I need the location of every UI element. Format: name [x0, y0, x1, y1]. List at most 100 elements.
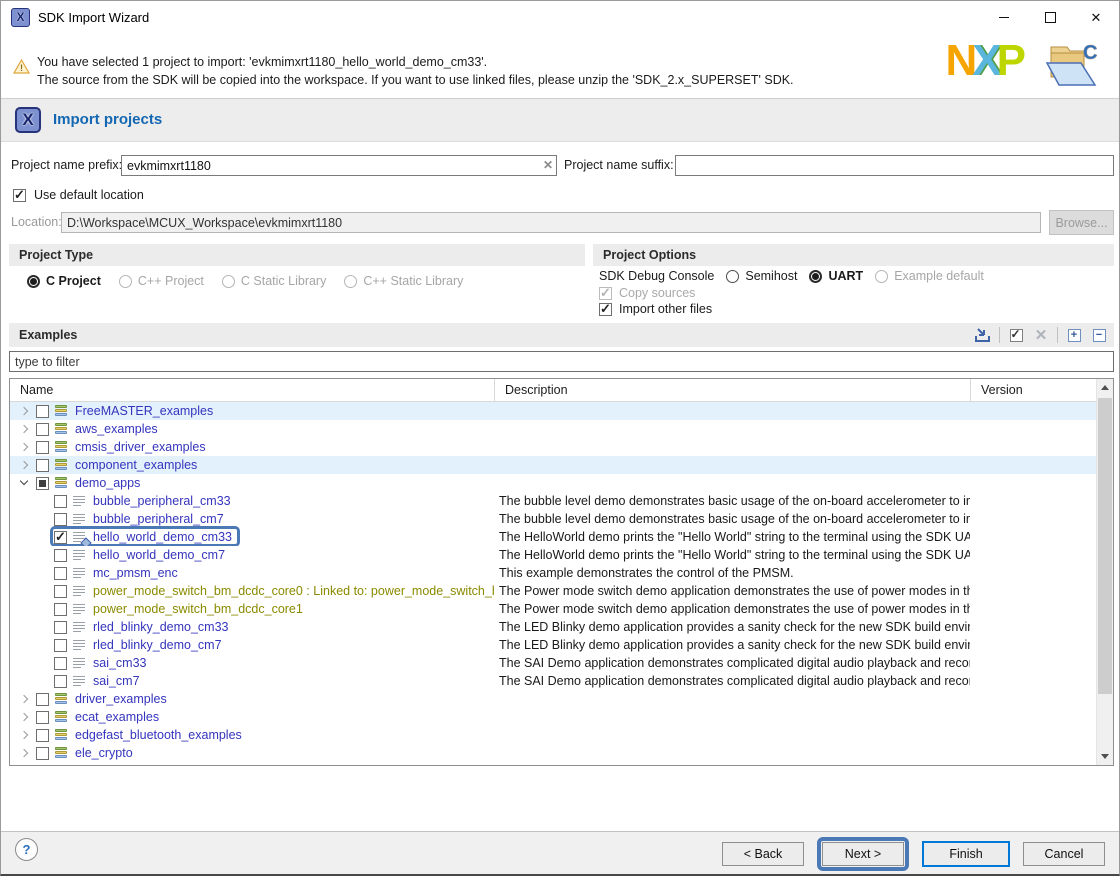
row-checkbox[interactable]	[36, 477, 49, 490]
chevron-collapsed-icon[interactable]	[20, 748, 29, 758]
clear-prefix-icon[interactable]: ✕	[543, 158, 553, 172]
chevron-collapsed-icon[interactable]	[20, 694, 29, 704]
row-checkbox[interactable]	[36, 441, 49, 454]
tree-row[interactable]: rled_blinky_demo_cm7The LED Blinky demo …	[10, 636, 1096, 654]
row-label[interactable]: hello_world_demo_cm33	[93, 530, 232, 544]
column-header-version[interactable]: Version	[970, 379, 1096, 401]
back-button[interactable]: < Back	[722, 842, 804, 866]
expand-all-icon[interactable]: +	[1065, 326, 1083, 344]
row-checkbox[interactable]	[54, 495, 67, 508]
tree-row[interactable]: bubble_peripheral_cm33The bubble level d…	[10, 492, 1096, 510]
import-other-files-checkbox[interactable]	[599, 303, 612, 316]
suffix-input[interactable]	[675, 155, 1114, 176]
debug-console-option[interactable]: Semihost	[726, 269, 797, 283]
chevron-collapsed-icon[interactable]	[20, 442, 29, 452]
row-label[interactable]: bubble_peripheral_cm33	[93, 494, 231, 508]
row-checkbox[interactable]	[54, 531, 67, 544]
chevron-collapsed-icon[interactable]	[20, 730, 29, 740]
row-label[interactable]: component_examples	[75, 458, 197, 472]
tree-row[interactable]: FreeMASTER_examples	[10, 402, 1096, 420]
chevron-collapsed-icon[interactable]	[20, 460, 29, 470]
row-checkbox[interactable]	[36, 693, 49, 706]
row-checkbox[interactable]	[36, 765, 49, 766]
help-button[interactable]: ?	[15, 838, 38, 861]
tree-row[interactable]: sai_cm7The SAI Demo application demonstr…	[10, 672, 1096, 690]
tree-row[interactable]: power_mode_switch_bm_dcdc_core0 : Linked…	[10, 582, 1096, 600]
row-checkbox[interactable]	[36, 729, 49, 742]
chevron-collapsed-icon[interactable]	[20, 406, 29, 416]
chevron-collapsed-icon[interactable]	[20, 424, 29, 434]
tree-row[interactable]: component_examples	[10, 456, 1096, 474]
chevron-collapsed-icon[interactable]	[20, 712, 29, 722]
column-header-description[interactable]: Description	[494, 379, 970, 401]
scroll-down-button[interactable]	[1097, 748, 1113, 765]
row-checkbox[interactable]	[54, 603, 67, 616]
row-label[interactable]: bubble_peripheral_cm7	[93, 512, 224, 526]
scroll-up-button[interactable]	[1097, 379, 1113, 396]
finish-button[interactable]: Finish	[922, 841, 1010, 867]
row-checkbox[interactable]	[54, 513, 67, 526]
import-example-icon[interactable]	[974, 326, 992, 344]
row-label[interactable]: power_mode_switch_bm_dcdc_core1	[93, 602, 303, 616]
tree-row[interactable]: sai_cm33The SAI Demo application demonst…	[10, 654, 1096, 672]
next-button[interactable]: Next >	[822, 842, 904, 866]
row-label[interactable]: driver_examples	[75, 692, 167, 706]
filter-input[interactable]	[9, 351, 1114, 372]
close-button[interactable]: ✕	[1073, 1, 1119, 33]
row-label[interactable]: demo_apps	[75, 476, 140, 490]
debug-console-option[interactable]: UART	[809, 269, 863, 283]
row-checkbox[interactable]	[36, 459, 49, 472]
minimize-button[interactable]	[981, 1, 1027, 33]
row-label[interactable]: ecat_examples	[75, 710, 159, 724]
vertical-scrollbar[interactable]	[1096, 379, 1113, 765]
project-type-radio[interactable]	[27, 275, 40, 288]
cancel-button[interactable]: Cancel	[1023, 842, 1105, 866]
tree-row[interactable]: edgefast_bluetooth_examples	[10, 726, 1096, 744]
tree-row[interactable]: cmsis_driver_examples	[10, 438, 1096, 456]
row-checkbox[interactable]	[54, 549, 67, 562]
use-default-location-checkbox[interactable]	[13, 189, 26, 202]
row-label[interactable]: sai_cm7	[93, 674, 140, 688]
row-label[interactable]: sai_cm33	[93, 656, 147, 670]
row-checkbox[interactable]	[54, 567, 67, 580]
tree-row[interactable]: hello_world_demo_cm33The HelloWorld demo…	[10, 528, 1096, 546]
row-checkbox[interactable]	[54, 621, 67, 634]
tree-row[interactable]: rled_blinky_demo_cm33The LED Blinky demo…	[10, 618, 1096, 636]
tree-row[interactable]: hello_world_demo_cm7The HelloWorld demo …	[10, 546, 1096, 564]
chevron-expanded-icon[interactable]	[20, 478, 29, 488]
tree-row[interactable]: aws_examples	[10, 420, 1096, 438]
prefix-input[interactable]	[121, 155, 557, 176]
debug-console-radio[interactable]	[726, 270, 739, 283]
row-label[interactable]: ele_crypto	[75, 746, 133, 760]
row-checkbox[interactable]	[36, 423, 49, 436]
tree-row[interactable]: power_mode_switch_bm_dcdc_core1The Power…	[10, 600, 1096, 618]
row-checkbox[interactable]	[54, 639, 67, 652]
select-all-icon[interactable]	[1007, 326, 1025, 344]
tree-row[interactable]: driver_examples	[10, 690, 1096, 708]
row-checkbox[interactable]	[54, 675, 67, 688]
row-checkbox[interactable]	[54, 585, 67, 598]
row-checkbox[interactable]	[36, 747, 49, 760]
tree-row[interactable]	[10, 762, 1096, 765]
collapse-all-icon[interactable]: −	[1090, 326, 1108, 344]
column-header-name[interactable]: Name	[10, 379, 494, 401]
row-label[interactable]: aws_examples	[75, 422, 158, 436]
row-checkbox[interactable]	[54, 657, 67, 670]
tree-row[interactable]: mc_pmsm_encThis example demonstrates the…	[10, 564, 1096, 582]
scrollbar-thumb[interactable]	[1098, 398, 1112, 694]
project-type-option[interactable]: C Project	[27, 274, 101, 288]
tree-row[interactable]: demo_apps	[10, 474, 1096, 492]
row-label[interactable]: power_mode_switch_bm_dcdc_core0 : Linked…	[93, 584, 494, 598]
row-label[interactable]: FreeMASTER_examples	[75, 404, 213, 418]
row-label[interactable]: mc_pmsm_enc	[93, 566, 178, 580]
maximize-button[interactable]	[1027, 1, 1073, 33]
row-label[interactable]: rled_blinky_demo_cm33	[93, 620, 229, 634]
row-label[interactable]: hello_world_demo_cm7	[93, 548, 225, 562]
row-label[interactable]: edgefast_bluetooth_examples	[75, 728, 242, 742]
tree-row[interactable]: ele_crypto	[10, 744, 1096, 762]
debug-console-radio[interactable]	[809, 270, 822, 283]
row-label[interactable]: cmsis_driver_examples	[75, 440, 206, 454]
tree-row[interactable]: ecat_examples	[10, 708, 1096, 726]
row-label[interactable]: rled_blinky_demo_cm7	[93, 638, 222, 652]
row-checkbox[interactable]	[36, 405, 49, 418]
